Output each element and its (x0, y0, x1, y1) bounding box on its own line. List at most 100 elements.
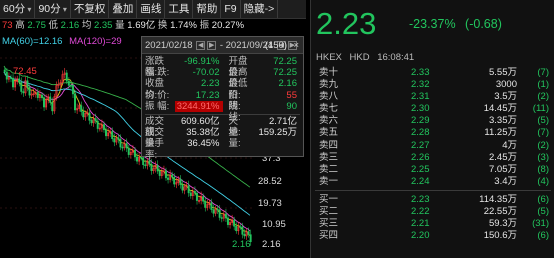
stat-value: 36.45% (187, 138, 220, 150)
candle-body (167, 177, 169, 180)
info-vol-label: 量 (115, 20, 125, 31)
candle-body (26, 80, 29, 88)
level-name: 卖六 (319, 115, 339, 127)
stat-label: 阳 线: (228, 89, 241, 112)
level-orders: (6) (537, 193, 549, 205)
hide-panel-button[interactable]: 隐藏-> (241, 0, 279, 18)
popup-row: 涨 跌: -70.02 最高价: 72.25 (142, 67, 303, 90)
date-from-next-icon[interactable]: ▶ (207, 40, 217, 50)
candle-body (212, 209, 215, 214)
overlay-button[interactable]: 叠加 (109, 0, 138, 18)
bid-level-row[interactable]: 买二 2.22 22.55万 (5) (311, 206, 554, 218)
candle-body (28, 87, 31, 96)
candle-body (241, 226, 244, 235)
info-amp-value: 20.27% (211, 20, 245, 31)
ask-level-row[interactable]: 卖六 2.29 3.35万 (5) (311, 115, 554, 127)
popup-row: 振 幅: 3244.91% 阴 线: 90 (142, 100, 303, 123)
range-stats-popup: 2021/02/18 ◀ ▶ - 2021/09/24 ◀ ▶ (150) × 涨跌… (141, 36, 304, 161)
popup-row: 收盘价: 2.23 最低价: 2.16 (142, 78, 303, 100)
level-name: 卖八 (319, 91, 339, 103)
stat-value: 2.16 (278, 78, 298, 90)
bid-level-row[interactable]: 买一 2.23 114.35万 (6) (311, 194, 554, 206)
candle-body (142, 157, 145, 166)
stat-label: 最高价: (228, 67, 248, 90)
level-orders: (11) (532, 103, 549, 115)
tools-button[interactable]: 工具 (165, 0, 194, 18)
date-from-prev-icon[interactable]: ◀ (196, 40, 206, 50)
stat-value: 72.25 (273, 56, 297, 67)
candle-body (204, 201, 207, 208)
change-percent: -23.37% (409, 17, 456, 31)
adjust-none-button[interactable]: 不复权 (71, 0, 110, 18)
ask-level-row[interactable]: 卖十 2.33 5.55万 (7) (311, 67, 554, 79)
ask-levels: 卖十 2.33 5.55万 (7) 卖九 2.32 3000 (1) 卖八 2.31 3.5万 (2)… (311, 67, 554, 188)
period-60min-button[interactable]: 60分 (0, 0, 36, 18)
candle-body (82, 111, 85, 118)
candle-body (102, 124, 105, 131)
stat-label: 天 量: (228, 115, 241, 139)
candle-body (20, 82, 23, 92)
candle-body (94, 118, 97, 122)
level-price: 2.24 (411, 175, 430, 187)
level-volume: 3.4万 (494, 175, 517, 187)
popup-header: 2021/02/18 ◀ ▶ - 2021/09/24 ◀ ▶ (150) × (142, 37, 303, 54)
stat-value: 55 (286, 89, 297, 101)
order-book: 卖十 2.33 5.55万 (7) 卖九 2.32 3000 (1) 卖八 2.31 3.5万 (2)… (311, 67, 554, 242)
ask-level-row[interactable]: 卖四 2.27 4万 (2) (311, 140, 554, 152)
candle-body (36, 92, 39, 98)
ask-level-row[interactable]: 卖五 2.28 11.25万 (7) (311, 127, 554, 139)
level-name: 卖二 (319, 163, 339, 175)
f9-button[interactable]: F9 (221, 0, 241, 18)
bar-info-line: 73 高 2.75 低 2.16 均 2.35 量 1.69亿 换 1.74% … (0, 19, 306, 32)
level-price: 2.31 (411, 91, 430, 103)
level-price: 2.29 (411, 115, 430, 127)
candle-body (22, 91, 25, 94)
ask-level-row[interactable]: 卖九 2.32 3000 (1) (311, 79, 554, 91)
candle-body (127, 147, 130, 155)
ma120-label: MA(120)=29 (69, 36, 122, 47)
level-name: 买一 (319, 193, 339, 205)
candle-body (235, 226, 238, 232)
ask-level-row[interactable]: 卖七 2.30 14.45万 (11) (311, 103, 554, 115)
stat-value: 17.23 (195, 89, 220, 101)
close-icon[interactable]: × (293, 37, 299, 54)
help-button[interactable]: 帮助 (193, 0, 222, 18)
level-name: 卖四 (319, 139, 339, 151)
stat-label (223, 138, 253, 149)
ask-level-row[interactable]: 卖八 2.31 3.5万 (2) (311, 91, 554, 103)
level-name: 卖七 (319, 103, 339, 115)
level-volume: 11.25万 (484, 127, 517, 139)
level-name: 买三 (319, 218, 339, 230)
level-volume: 5.55万 (489, 67, 517, 78)
level-name: 卖九 (319, 79, 339, 91)
level-orders: (6) (537, 230, 549, 242)
bid-level-row[interactable]: 买三 2.21 59.3万 (31) (311, 218, 554, 230)
candle-body (158, 170, 161, 176)
level-name: 卖三 (319, 151, 339, 163)
draw-line-button[interactable]: 画线 (137, 0, 166, 18)
ask-level-row[interactable]: 卖三 2.26 2.45万 (3) (311, 152, 554, 164)
popup-row: 均 价: 17.23 阳 线: 55 (142, 89, 303, 112)
level-price: 2.22 (411, 206, 430, 218)
price-change: -23.37% (-0.68) (409, 17, 502, 31)
ma60-label: MA(60)=12.16 (2, 36, 63, 47)
candle-body (239, 226, 242, 229)
ask-level-row[interactable]: 卖一 2.24 3.4万 (4) (311, 176, 554, 188)
popup-date-separator: - (219, 40, 223, 51)
level-price: 2.23 (411, 193, 430, 205)
candle-body (69, 85, 72, 87)
stat-label: 振 幅: (145, 100, 170, 112)
level-price: 2.20 (411, 230, 430, 242)
bid-level-row[interactable]: 买四 2.20 150.6万 (6) (311, 230, 554, 242)
candle-body (164, 170, 167, 179)
ask-level-row[interactable]: 卖二 2.25 7.05万 (8) (311, 164, 554, 176)
level-volume: 3.5万 (494, 91, 517, 103)
period-90min-button[interactable]: 90分 (35, 0, 71, 18)
stat-value: -70.02 (192, 67, 220, 79)
candle-body (144, 164, 147, 167)
popup-divider (145, 113, 300, 115)
kline-panel: 60分 90分 不复权 叠加 画线 工具 帮助 F9 隐藏-> 73 高 2.7… (0, 0, 306, 258)
candle-body (74, 93, 76, 111)
stat-label: 涨跌幅: (145, 56, 165, 79)
candle-body (3, 69, 6, 73)
